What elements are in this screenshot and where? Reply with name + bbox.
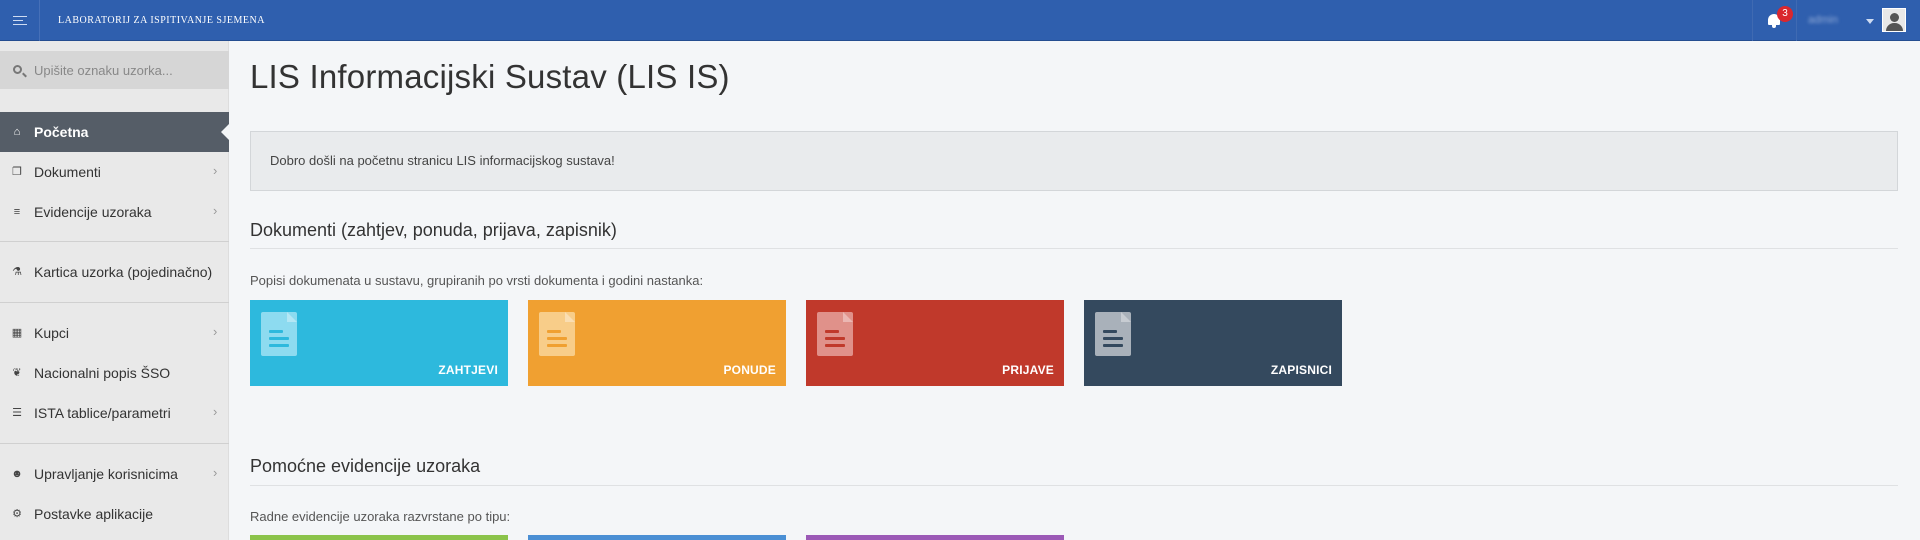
sidebar-item-label: Dokumenti xyxy=(34,164,101,180)
sidebar-item-label: Početna xyxy=(34,124,89,140)
sidebar-item-label: Kartica uzorka (pojedinačno) xyxy=(34,264,213,280)
top-navbar: LABORATORIJ ZA ISPITIVANJE SJEMENA 3 adm… xyxy=(0,0,1920,41)
sidebar-item-label: Upravljanje korisnicima xyxy=(34,466,178,482)
table-icon: ▦ xyxy=(11,327,23,339)
samples-section-title: Pomoćne evidencije uzoraka xyxy=(250,456,481,476)
sidebar: ⌂ Početna ❐ Dokumenti › ≡ Evidencije uzo… xyxy=(0,41,229,540)
divider xyxy=(0,302,229,303)
sidebar-item-postavke[interactable]: ⚙ Postavke aplikacije xyxy=(0,494,229,534)
tile-label: ZAHTJEVI xyxy=(438,363,498,377)
cogs-icon: ⚙ xyxy=(12,508,22,520)
avatar[interactable] xyxy=(1882,8,1906,32)
sidebar-item-korisnici[interactable]: ☻ Upravljanje korisnicima › xyxy=(0,454,229,494)
document-icon xyxy=(261,312,297,356)
sidebar-item-label: Evidencije uzoraka xyxy=(34,204,152,220)
sample-tile[interactable] xyxy=(250,535,508,540)
sidebar-item-ista[interactable]: ☰ ISTA tablice/parametri › xyxy=(0,393,229,433)
divider xyxy=(0,241,229,242)
tile-label: ZAPISNICI xyxy=(1270,363,1332,377)
users-icon: ☻ xyxy=(11,468,23,480)
sidebar-item-evidencije[interactable]: ≡ Evidencije uzoraka › xyxy=(0,192,229,232)
document-icon xyxy=(539,312,575,356)
flask-icon: ⚗ xyxy=(12,266,22,278)
hamburger-icon xyxy=(12,16,27,25)
sidebar-item-pocetna[interactable]: ⌂ Početna xyxy=(0,112,229,152)
document-icon xyxy=(1095,312,1131,356)
welcome-alert: Dobro došli na početnu stranicu LIS info… xyxy=(250,131,1898,191)
sidebar-item-label: Nacionalni popis ŠSO xyxy=(34,365,171,381)
documents-icon: ❐ xyxy=(12,166,22,178)
sidebar-item-nacionalni-popis[interactable]: ❦ Nacionalni popis ŠSO xyxy=(0,353,229,393)
tile-zapisnici[interactable]: ZAPISNICI xyxy=(1084,300,1342,386)
sidebar-item-label: ISTA tablice/parametri xyxy=(34,405,171,421)
sidebar-item-label: Postavke aplikacije xyxy=(34,506,154,522)
chevron-right-icon: › xyxy=(213,203,218,218)
sample-search xyxy=(0,51,229,89)
tile-prijave[interactable]: PRIJAVE xyxy=(806,300,1064,386)
sidebar-item-kartica[interactable]: ⚗ Kartica uzorka (pojedinačno) xyxy=(0,252,229,292)
tile-label: PRIJAVE xyxy=(1002,363,1054,377)
user-name[interactable]: admin xyxy=(1808,14,1838,26)
search-icon xyxy=(13,65,22,74)
documents-section-title: Dokumenti (zahtjev, ponuda, prijava, zap… xyxy=(250,220,617,240)
menu-toggle-button[interactable] xyxy=(0,0,40,41)
divider xyxy=(0,443,229,444)
tile-ponude[interactable]: PONUDE xyxy=(528,300,786,386)
documents-section-description: Popisi dokumenata u sustavu, grupiranih … xyxy=(250,273,704,288)
page-title: LIS Informacijski Sustav (LIS IS) xyxy=(250,58,730,95)
notification-badge: 3 xyxy=(1777,6,1793,22)
leaf-icon: ❦ xyxy=(12,367,22,379)
samples-section-description: Radne evidencije uzoraka razvrstane po t… xyxy=(250,509,511,524)
chevron-right-icon: › xyxy=(213,404,218,419)
sample-tile[interactable] xyxy=(806,535,1064,540)
search-input[interactable] xyxy=(34,51,224,89)
sidebar-item-kupci[interactable]: ▦ Kupci › xyxy=(0,313,229,353)
divider xyxy=(250,485,1898,486)
sample-tile[interactable] xyxy=(528,535,786,540)
notifications-button[interactable]: 3 xyxy=(1752,0,1797,41)
document-icon xyxy=(817,312,853,356)
tile-label: PONUDE xyxy=(723,363,776,377)
chevron-down-icon[interactable] xyxy=(1866,19,1874,24)
divider xyxy=(250,248,1898,249)
sidebar-item-dokumenti[interactable]: ❐ Dokumenti › xyxy=(0,152,229,192)
tile-zahtjevi[interactable]: ZAHTJEVI xyxy=(250,300,508,386)
chevron-right-icon: › xyxy=(213,324,218,339)
app-title[interactable]: LABORATORIJ ZA ISPITIVANJE SJEMENA xyxy=(58,15,265,26)
chevron-right-icon: › xyxy=(213,163,218,178)
chevron-right-icon: › xyxy=(213,465,218,480)
list-icon: ☰ xyxy=(12,407,22,419)
database-icon: ≡ xyxy=(13,206,21,218)
active-indicator xyxy=(221,124,229,140)
sidebar-item-label: Kupci xyxy=(34,325,70,341)
home-icon: ⌂ xyxy=(13,126,21,138)
